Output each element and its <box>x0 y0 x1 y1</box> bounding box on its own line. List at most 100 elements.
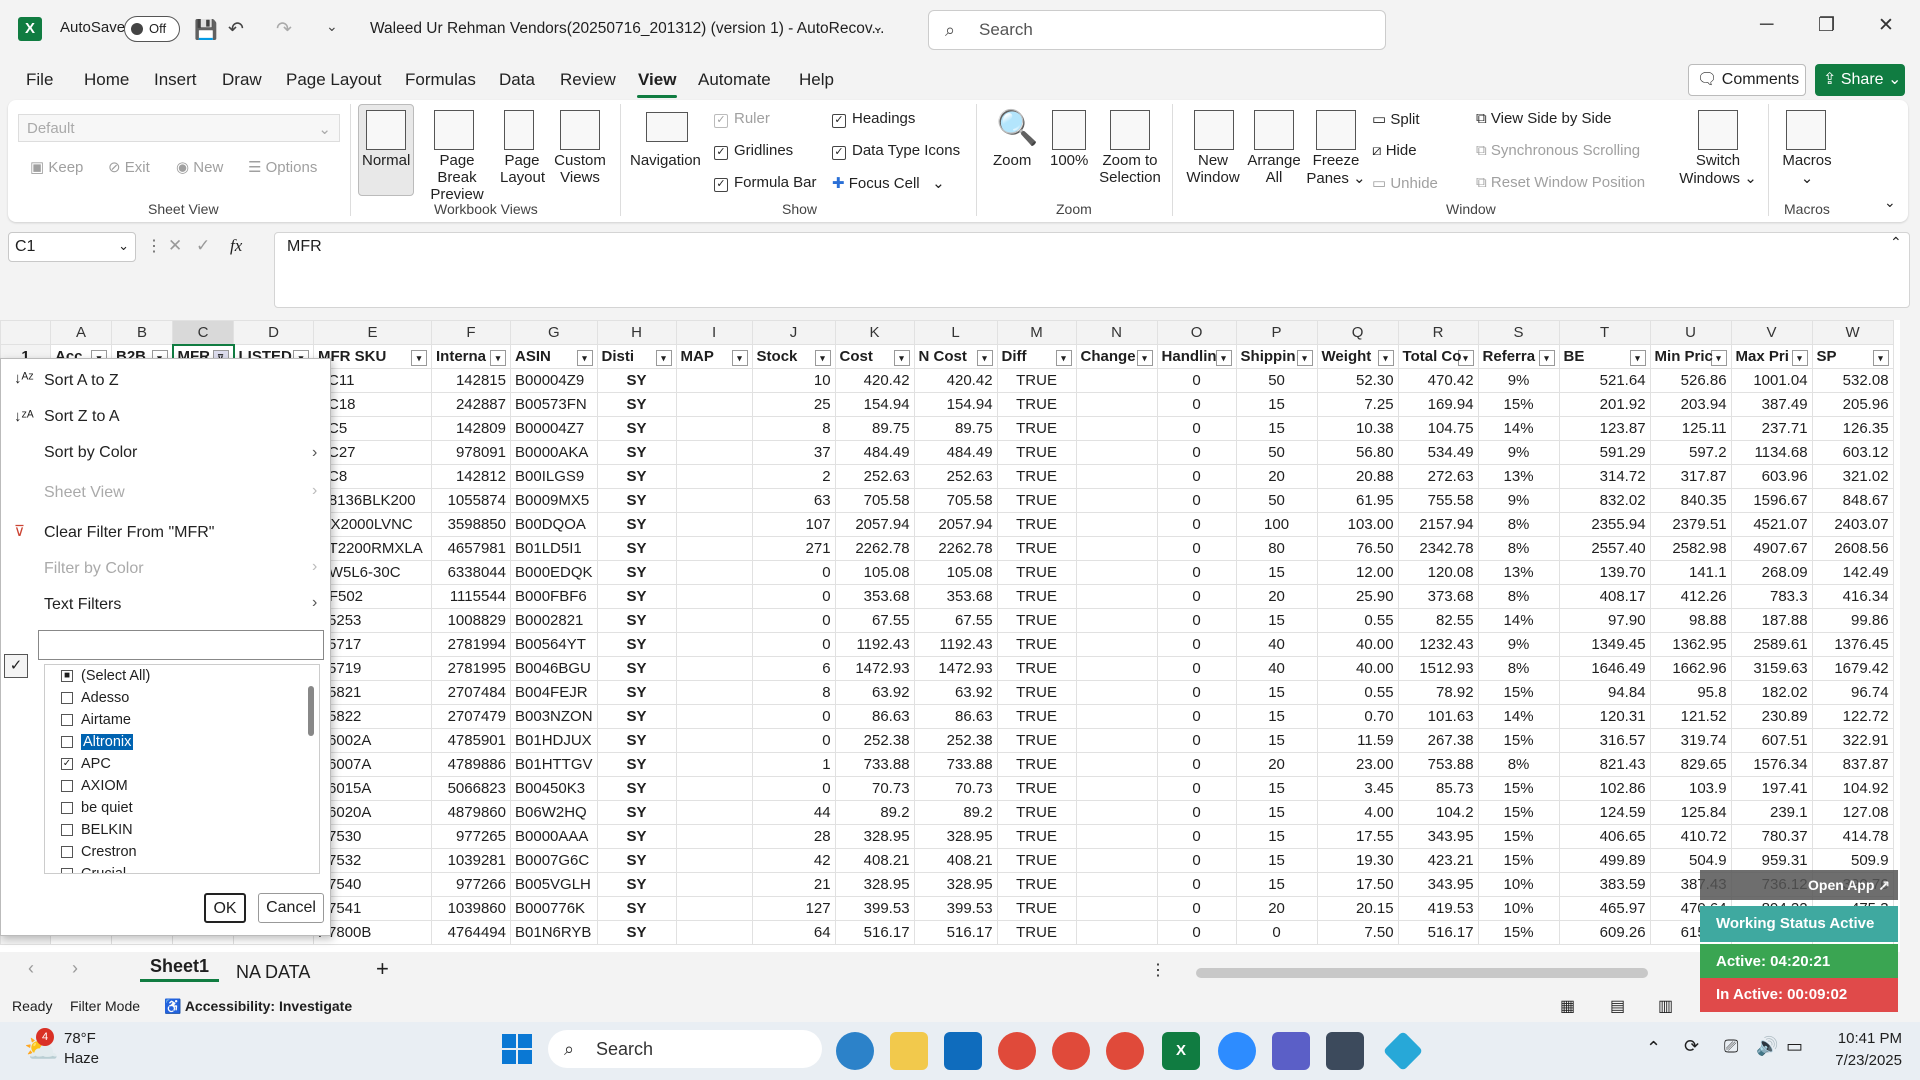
page-layout-button[interactable]: Page Layout <box>500 152 545 186</box>
filter-dropdown-icon[interactable]: ▾ <box>1872 349 1889 366</box>
cell[interactable]: TRUE <box>996 440 1077 465</box>
cell[interactable]: 94.84 <box>1558 680 1651 705</box>
cell[interactable]: 205.96 <box>1811 392 1894 417</box>
cell[interactable]: 353.68 <box>834 584 915 609</box>
column-header[interactable]: E <box>313 320 432 345</box>
cell[interactable]: 8 <box>751 416 836 441</box>
cell[interactable]: 2262.78 <box>913 536 998 561</box>
cell[interactable]: 20.88 <box>1316 464 1399 489</box>
cell[interactable]: SY <box>596 584 677 609</box>
cell[interactable]: 50 <box>1235 368 1318 393</box>
cell[interactable]: 3.45 <box>1316 776 1399 801</box>
header-cell[interactable]: ▾ MAP <box>675 344 753 369</box>
cell[interactable]: 516.17 <box>834 920 915 945</box>
select-all-search-results-icon[interactable]: ✓ <box>4 654 28 678</box>
cell[interactable]: 1472.93 <box>834 656 915 681</box>
redo-icon[interactable]: ↷ <box>276 18 292 41</box>
cell[interactable]: 17.55 <box>1316 824 1399 849</box>
switch-windows-button[interactable]: Switch Windows ⌄ <box>1678 152 1758 187</box>
cell[interactable]: 603.12 <box>1811 440 1894 465</box>
cell[interactable]: 1362.95 <box>1649 632 1732 657</box>
column-header[interactable]: I <box>675 320 753 345</box>
cell[interactable]: 82.55 <box>1397 608 1479 633</box>
cell[interactable] <box>675 392 753 417</box>
cell[interactable]: SY <box>596 512 677 537</box>
cell[interactable]: 0 <box>1156 848 1237 873</box>
cell[interactable]: 2557.40 <box>1558 536 1651 561</box>
header-cell[interactable]: ▾ BE <box>1558 344 1651 369</box>
chrome-icon[interactable] <box>998 1032 1036 1070</box>
cell[interactable]: 4879860 <box>431 800 511 825</box>
tab-view[interactable]: View <box>638 70 676 90</box>
cell[interactable]: SY <box>596 800 677 825</box>
formula-input[interactable]: MFR <box>274 232 1910 308</box>
cell[interactable]: 252.63 <box>834 464 915 489</box>
cell[interactable]: 89.2 <box>913 800 998 825</box>
cell[interactable]: B00DQOA <box>510 512 598 537</box>
filter-list-item[interactable]: Altronix <box>45 731 319 753</box>
cell[interactable]: 141.1 <box>1649 560 1732 585</box>
cell[interactable]: 104.92 <box>1811 776 1894 801</box>
cell[interactable]: 0 <box>1156 752 1237 777</box>
cell[interactable]: 10.38 <box>1316 416 1399 441</box>
cell[interactable]: 0 <box>751 776 836 801</box>
options-button[interactable]: ☰ Options <box>248 158 317 176</box>
cell[interactable]: 9% <box>1477 632 1560 657</box>
cell[interactable]: 67.55 <box>913 608 998 633</box>
list-scrollbar-thumb[interactable] <box>308 686 314 736</box>
exit-button[interactable]: ⊘ Exit <box>108 158 150 176</box>
cell[interactable]: B01HTTGV <box>510 752 598 777</box>
cell[interactable]: 526.86 <box>1649 368 1732 393</box>
filter-search-input[interactable] <box>38 630 324 660</box>
column-header[interactable]: N <box>1075 320 1158 345</box>
cell[interactable]: 70.73 <box>834 776 915 801</box>
cell[interactable]: P7540 <box>313 872 432 897</box>
cell[interactable]: 607.51 <box>1730 728 1813 753</box>
edge-icon[interactable] <box>836 1032 874 1070</box>
cell[interactable]: 978091 <box>431 440 511 465</box>
cell[interactable]: 21 <box>751 872 836 897</box>
macros-button[interactable]: Macros ⌄ <box>1782 152 1832 187</box>
cell[interactable]: 52.30 <box>1316 368 1399 393</box>
column-header[interactable]: K <box>834 320 915 345</box>
cell[interactable]: 2355.94 <box>1558 512 1651 537</box>
cell[interactable]: 14% <box>1477 416 1560 441</box>
tab-review[interactable]: Review <box>560 70 616 90</box>
cell[interactable]: 20 <box>1235 584 1318 609</box>
calculator-icon[interactable] <box>1326 1032 1364 1070</box>
share-button[interactable]: ⇪ Share ⌄ <box>1815 64 1905 96</box>
clock-date[interactable]: 7/23/2025 <box>1830 1052 1902 1069</box>
cell[interactable]: 328.95 <box>913 872 998 897</box>
cell[interactable]: 408.17 <box>1558 584 1651 609</box>
horizontal-scrollbar[interactable] <box>1196 968 1648 978</box>
cell[interactable]: 4657981 <box>431 536 511 561</box>
cell[interactable]: 705.58 <box>913 488 998 513</box>
cell[interactable] <box>1075 728 1158 753</box>
cell[interactable]: SY <box>596 392 677 417</box>
cell[interactable] <box>1075 368 1158 393</box>
sort-a-to-z-item[interactable]: Sort A to Z <box>44 372 119 390</box>
name-box[interactable]: C1 ⌄ <box>8 232 136 262</box>
cell[interactable]: 373.68 <box>1397 584 1479 609</box>
cell[interactable]: 89.75 <box>834 416 915 441</box>
cell[interactable]: SY <box>596 632 677 657</box>
column-header[interactable]: G <box>510 320 598 345</box>
cell[interactable]: 40 <box>1235 656 1318 681</box>
cell[interactable]: SY <box>596 680 677 705</box>
cell[interactable]: 15 <box>1235 560 1318 585</box>
filter-list-item[interactable]: be quiet <box>45 797 319 819</box>
cell[interactable]: 0 <box>1156 392 1237 417</box>
cell[interactable] <box>1075 488 1158 513</box>
column-header[interactable]: D <box>233 320 314 345</box>
cell[interactable] <box>675 368 753 393</box>
cell[interactable]: 15% <box>1477 824 1560 849</box>
column-header[interactable]: B <box>111 320 173 345</box>
cell[interactable]: 15 <box>1235 824 1318 849</box>
collapse-ribbon-icon[interactable]: ⌄ <box>1884 194 1896 211</box>
filter-list-item[interactable]: BELKIN <box>45 819 319 841</box>
cell[interactable]: 15 <box>1235 704 1318 729</box>
header-cell[interactable]: ▾ Max Pri <box>1730 344 1813 369</box>
cell[interactable]: 272.63 <box>1397 464 1479 489</box>
file-explorer-icon[interactable] <box>890 1032 928 1070</box>
header-cell[interactable]: ▾ Interna <box>431 344 511 369</box>
